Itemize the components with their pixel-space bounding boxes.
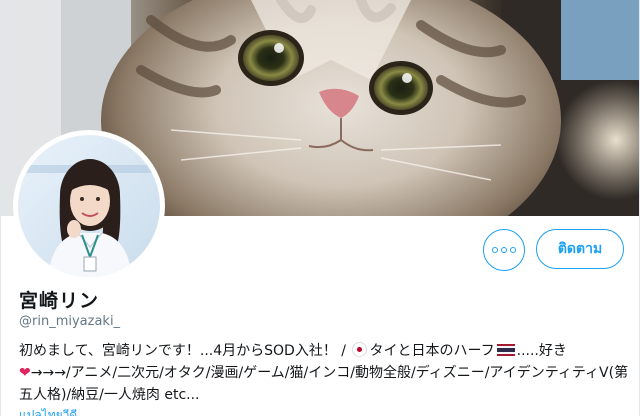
thailand-flag-icon [496,344,515,356]
more-dots-icon [492,247,516,253]
heart-icon: ❤ [19,365,31,381]
avatar-photo [18,135,160,277]
profile-name: 宮崎リン [19,290,100,312]
more-options-button[interactable] [483,229,525,271]
bio-text-1: 初めまして、宮崎リンです！...4月からSOD入社！ / [19,343,351,359]
profile-avatar[interactable] [13,130,165,282]
follow-button[interactable]: ติดตาม [536,229,624,269]
profile-bio: 初めまして、宮崎リンです！...4月からSOD入社！ / タイと日本のハーフ..… [19,340,629,406]
bio-text-4: →→→/アニメ/二次元/オタク/漫画/ゲーム/猫/インコ/動物全般/ディズニー/… [19,365,629,403]
translate-bio-link[interactable]: แปลไทยวีดี [19,406,77,416]
bio-text-2: タイと日本のハーフ [369,343,495,359]
bio-text-3: .....好き [516,343,567,359]
japan-flag-icon [352,342,368,357]
profile-page: ติดตาม 宮崎リン @rin_miyazaki_ 初めまして、宮崎リンです！… [0,0,640,416]
profile-handle[interactable]: @rin_miyazaki_ [19,314,120,329]
